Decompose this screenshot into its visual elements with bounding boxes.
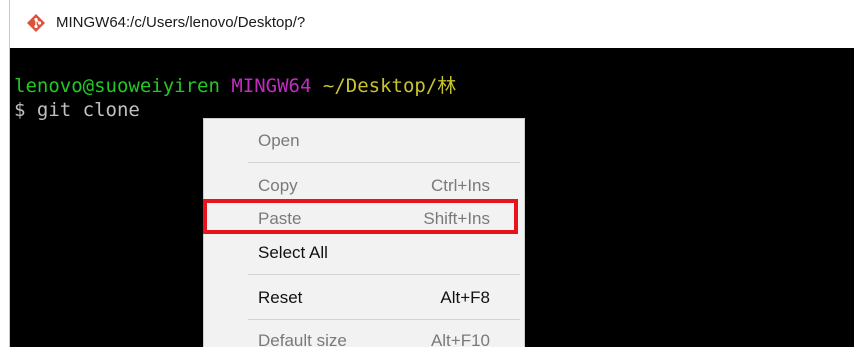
menu-item-paste[interactable]: Paste Shift+Ins xyxy=(204,203,524,233)
menu-item-label: Copy xyxy=(258,176,298,195)
menu-item-label: Reset xyxy=(258,288,303,307)
menu-item-shortcut: Ctrl+Ins xyxy=(430,176,490,195)
menu-item-label: Open xyxy=(258,131,300,150)
menu-item-copy[interactable]: Copy Ctrl+Ins xyxy=(204,170,524,200)
menu-item-label: Default size xyxy=(258,331,347,347)
prompt-user-host: lenovo@suoweiyiren xyxy=(14,75,220,97)
menu-item-label: Select All xyxy=(258,243,328,262)
menu-item-open[interactable]: Open xyxy=(204,125,524,155)
prompt-line: lenovo@suoweiyiren MINGW64 ~/Desktop/林 xyxy=(14,74,456,98)
menu-separator xyxy=(248,274,520,275)
command-line: $ git clone xyxy=(14,99,140,121)
menu-item-shortcut: Alt+F10 xyxy=(430,331,490,347)
menu-item-label: Paste xyxy=(258,209,302,228)
menu-item-reset[interactable]: Reset Alt+F8 xyxy=(204,282,524,312)
context-menu: Open Copy Ctrl+Ins Paste Shift+Ins Selec… xyxy=(203,118,525,347)
menu-item-select-all[interactable]: Select All xyxy=(204,237,524,267)
window-left-edge xyxy=(0,0,10,347)
window-title: MINGW64:/c/Users/lenovo/Desktop/? xyxy=(56,14,306,31)
git-bash-window: MINGW64:/c/Users/lenovo/Desktop/? lenovo… xyxy=(0,0,854,347)
title-bar[interactable]: MINGW64:/c/Users/lenovo/Desktop/? xyxy=(10,0,854,48)
prompt-path: ~/Desktop/林 xyxy=(322,75,457,97)
git-diamond-icon xyxy=(27,14,45,32)
menu-item-default-size[interactable]: Default size Alt+F10 xyxy=(204,325,524,347)
menu-item-shortcut: Shift+Ins xyxy=(423,209,490,228)
menu-separator xyxy=(248,162,520,163)
menu-item-shortcut: Alt+F8 xyxy=(440,288,490,307)
menu-separator xyxy=(248,319,520,320)
prompt-env: MINGW64 xyxy=(231,75,312,97)
